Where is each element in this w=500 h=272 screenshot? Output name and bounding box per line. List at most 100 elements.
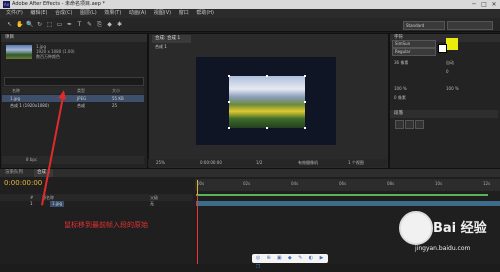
layer-column-headers: # 源名称 父级 xyxy=(0,194,193,201)
transform-handle[interactable] xyxy=(266,127,268,129)
transform-handle[interactable] xyxy=(228,75,230,77)
floating-tool-icon[interactable]: ▣ xyxy=(276,254,282,263)
rectangle-tool-icon[interactable]: ▭ xyxy=(56,21,63,28)
leading-value[interactable]: 自动 xyxy=(446,60,454,66)
tracking-value[interactable]: 0 xyxy=(446,69,449,75)
transform-handle[interactable] xyxy=(266,75,268,77)
col-parent: 父级 xyxy=(150,195,158,200)
row-type: JPEG xyxy=(77,96,87,101)
project-item-colors: 数百万种颜色 xyxy=(36,54,60,59)
clone-tool-icon[interactable]: ⎘ xyxy=(96,21,103,28)
hand-tool-icon[interactable]: ✋ xyxy=(16,21,23,28)
selection-tool-icon[interactable]: ↖ xyxy=(6,21,13,28)
floating-tool-icon[interactable]: ◆ xyxy=(287,254,293,263)
composition-tab[interactable]: 合成: 合成 1 xyxy=(152,35,191,43)
bpc-button[interactable]: 8 bpc xyxy=(26,156,37,164)
close-button[interactable]: ✕ xyxy=(490,1,498,8)
col-size[interactable]: 大小 xyxy=(112,87,120,94)
ruler-tick: 02s xyxy=(243,181,251,186)
floating-tool-icon[interactable]: ▶ xyxy=(319,254,325,263)
layer-name[interactable]: 1.jpg xyxy=(50,201,65,207)
transform-handle[interactable] xyxy=(304,127,306,129)
time-ruler[interactable]: 00s 02s 04s 06s 08s 10s 12s xyxy=(195,179,500,191)
camera-tool-icon[interactable]: ⬚ xyxy=(46,21,53,28)
resolution-select[interactable]: 1/2 xyxy=(256,159,262,167)
transform-handle[interactable] xyxy=(228,127,230,129)
project-panel-tab[interactable]: 项目 xyxy=(1,34,147,42)
font-size-value[interactable]: 36 像素 xyxy=(394,60,408,66)
align-left-icon[interactable] xyxy=(395,120,404,129)
layer-parent[interactable]: 无 xyxy=(150,201,154,207)
paw-logo-icon xyxy=(399,211,433,245)
row-type: 合成 xyxy=(77,103,85,108)
playhead-marker xyxy=(197,195,198,264)
camera-select[interactable]: 有效摄像机 xyxy=(298,159,318,167)
view-select[interactable]: 1 个视图 xyxy=(348,159,364,167)
viewer-controls: 25% 0:00:00:00 1/2 有效摄像机 1 个视图 xyxy=(148,159,387,167)
brush-tool-icon[interactable]: ✎ xyxy=(86,21,93,28)
fill-color-swatch[interactable] xyxy=(446,38,458,50)
font-family-select[interactable]: SimSun xyxy=(392,40,436,48)
timeline-timecode[interactable]: 0:00:00:00 xyxy=(4,179,42,187)
col-name[interactable]: 名称 xyxy=(12,87,20,94)
menu-layer[interactable]: 图层(L) xyxy=(80,9,97,18)
menu-composition[interactable]: 合成(C) xyxy=(55,9,72,18)
align-right-icon[interactable] xyxy=(415,120,424,129)
landscape-image-layer[interactable] xyxy=(229,76,305,128)
menu-effect[interactable]: 效果(T) xyxy=(104,9,121,18)
menu-animation[interactable]: 动画(A) xyxy=(129,9,146,18)
transform-handle[interactable] xyxy=(304,101,306,103)
project-row-comp[interactable]: 合成 1 (1920x1080) 合成 25 xyxy=(2,102,144,109)
workspace-select[interactable]: Standard xyxy=(403,21,445,30)
floating-tool-icon[interactable]: ◎ xyxy=(255,254,261,263)
viewer-timecode[interactable]: 0:00:00:00 xyxy=(200,159,222,167)
horizontal-scale-value[interactable]: 100 % xyxy=(446,86,459,92)
annotation-text: 鼠标移到最前帧入段的原始 xyxy=(64,221,148,229)
maximize-button[interactable]: □ xyxy=(480,1,488,8)
vertical-scale-value[interactable]: 100 % xyxy=(394,86,407,92)
project-footer: 8 bpc xyxy=(2,156,144,164)
pen-tool-icon[interactable]: ✒ xyxy=(66,21,73,28)
project-search-input[interactable] xyxy=(4,77,144,86)
menu-help[interactable]: 帮助(H) xyxy=(196,9,214,18)
puppet-tool-icon[interactable]: ✱ xyxy=(116,21,123,28)
project-column-headers: 名称 类型 大小 xyxy=(2,87,144,94)
paragraph-tab[interactable]: 段落 xyxy=(390,110,498,118)
zoom-tool-icon[interactable]: 🔍 xyxy=(26,21,33,28)
menu-window[interactable]: 窗口 xyxy=(179,9,189,18)
help-search-input[interactable] xyxy=(447,21,493,30)
annotation-arrow-head xyxy=(58,89,68,100)
floating-tool-icon[interactable]: ❐ xyxy=(255,263,261,272)
baseline-shift-value[interactable]: 0 像素 xyxy=(394,95,406,101)
rotate-tool-icon[interactable]: ↻ xyxy=(36,21,43,28)
ruler-tick: 04s xyxy=(291,181,299,186)
render-queue-tab[interactable]: 渲染队列 xyxy=(2,169,26,177)
menu-edit[interactable]: 编辑(E) xyxy=(30,9,47,18)
col-type[interactable]: 类型 xyxy=(77,87,85,94)
floating-tool-icon[interactable]: ⊕ xyxy=(266,254,272,263)
app-logo-icon: Ae xyxy=(3,1,10,8)
transform-handle[interactable] xyxy=(228,101,230,103)
timeline-layer-row[interactable]: 1 1.jpg 无 xyxy=(0,201,193,207)
text-tool-icon[interactable]: T xyxy=(76,21,83,28)
menu-file[interactable]: 文件(F) xyxy=(6,9,23,18)
transform-handle[interactable] xyxy=(304,75,306,77)
zoom-select[interactable]: 25% xyxy=(156,159,165,167)
floating-tool-icon[interactable]: ◐ xyxy=(308,254,314,263)
composition-subtab[interactable]: 合成 1 xyxy=(152,44,187,50)
font-style-select[interactable]: Regular xyxy=(392,48,436,56)
row-size: 25 xyxy=(112,103,118,108)
floating-tool-icon[interactable]: ✎ xyxy=(297,254,303,263)
menu-view[interactable]: 视图(V) xyxy=(154,9,171,18)
project-row-image[interactable]: 1.jpg JPEG 55 KB xyxy=(2,95,144,102)
comp-timeline-tab[interactable]: 合成 1 xyxy=(34,169,54,177)
minimize-button[interactable]: ─ xyxy=(470,1,478,8)
eraser-tool-icon[interactable]: ◆ xyxy=(106,21,113,28)
layer-index: 1 xyxy=(30,201,33,206)
stroke-color-swatch[interactable] xyxy=(438,44,447,53)
layer-duration-bar[interactable] xyxy=(196,201,500,206)
row-name: 1.jpg xyxy=(10,96,21,101)
work-area-bar[interactable] xyxy=(196,194,488,196)
row-name: 合成 1 (1920x1080) xyxy=(10,103,49,108)
align-center-icon[interactable] xyxy=(405,120,414,129)
